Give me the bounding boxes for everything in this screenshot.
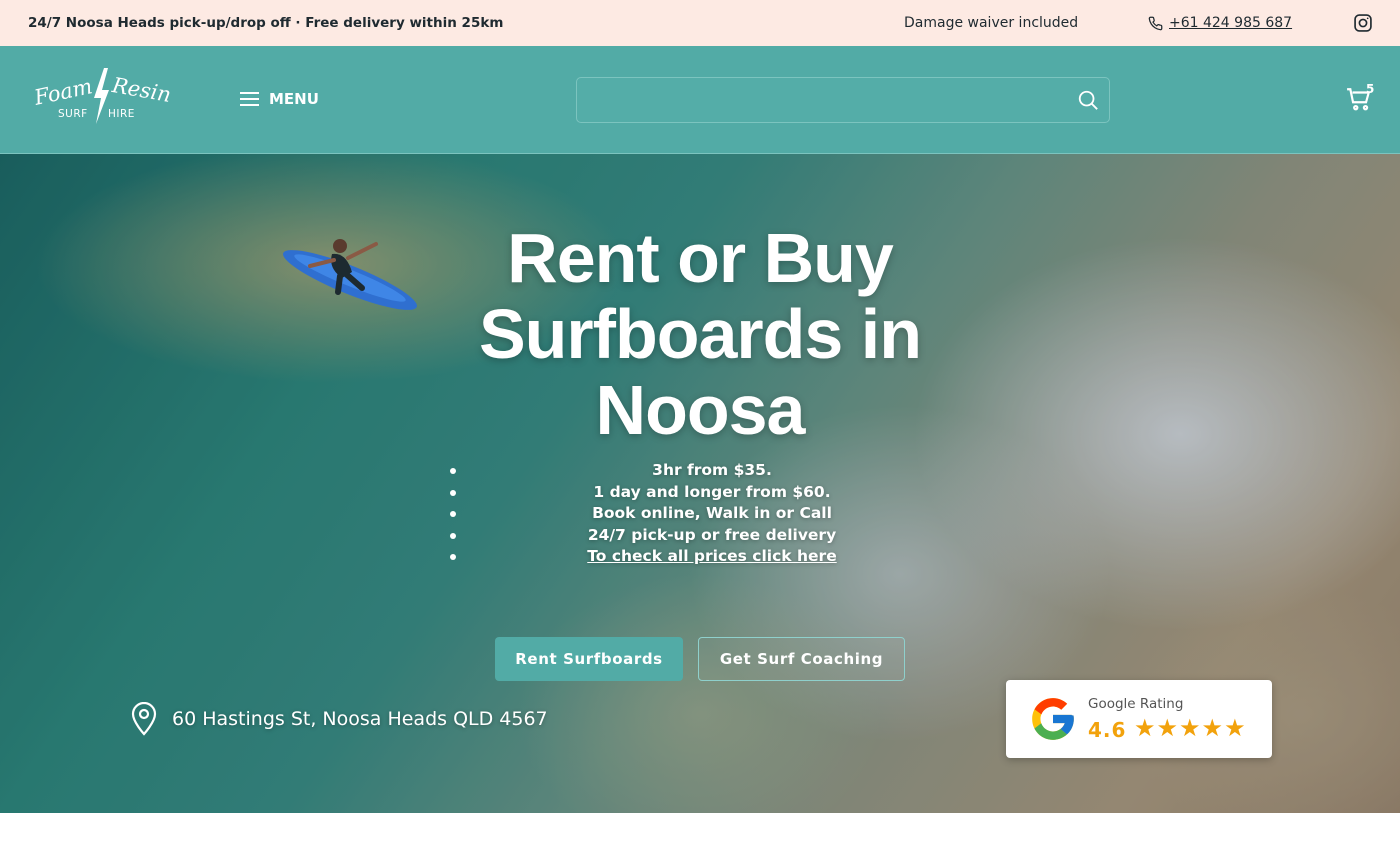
site-header: Foam Resin SURF HIRE MENU 5 [0, 46, 1400, 154]
star-icon: ★ [1134, 714, 1156, 742]
surf-coaching-button[interactable]: Get Surf Coaching [698, 637, 905, 681]
address-text: 60 Hastings St, Noosa Heads QLD 4567 [172, 708, 548, 730]
logo-word-foam: Foam [32, 74, 95, 110]
list-item: To check all prices click here [450, 546, 974, 568]
prices-link[interactable]: To check all prices click here [587, 547, 836, 565]
search-input[interactable] [577, 78, 1057, 122]
hero-title: Rent or Buy Surfboards in Noosa [478, 219, 922, 449]
instagram-icon[interactable] [1353, 13, 1373, 33]
list-item: 24/7 pick-up or free delivery [450, 525, 974, 547]
hero-section: Rent or Buy Surfboards in Noosa 3hr from… [0, 154, 1400, 813]
search-box [576, 77, 1110, 123]
waiver-text: Damage waiver included [904, 15, 1079, 31]
star-icon: ★ [1179, 714, 1201, 742]
promo-text: 24/7 Noosa Heads pick-up/drop off · Free… [28, 15, 504, 31]
phone-icon [1148, 16, 1163, 30]
google-logo-icon [1032, 698, 1074, 740]
star-icon: ★ [1156, 714, 1179, 742]
list-item: 3hr from $35. [450, 460, 974, 482]
phone-link[interactable]: +61 424 985 687 [1169, 15, 1292, 31]
surfer-image [283, 239, 417, 310]
logo-word-resin: Resin [110, 73, 173, 107]
logo-sub-surf: SURF [58, 108, 88, 120]
rating-label: Google Rating [1088, 696, 1184, 712]
hero-bullet-list: 3hr from $35. 1 day and longer from $60.… [450, 460, 974, 568]
star-icon: ★ [1201, 714, 1224, 742]
announcement-bar: 24/7 Noosa Heads pick-up/drop off · Free… [0, 0, 1400, 46]
hamburger-icon [240, 92, 259, 106]
map-pin-icon [131, 702, 157, 736]
list-item: 1 day and longer from $60. [450, 482, 974, 504]
rating-score: 4.6 [1088, 718, 1127, 742]
menu-button[interactable]: MENU [240, 90, 319, 108]
cart-count-badge: 5 [1366, 82, 1375, 96]
search-icon[interactable] [1077, 89, 1099, 111]
cart-button[interactable]: 5 [1346, 82, 1376, 116]
store-address: 60 Hastings St, Noosa Heads QLD 4567 [130, 702, 548, 736]
rent-surfboards-button[interactable]: Rent Surfboards [495, 637, 683, 681]
brand-logo[interactable]: Foam Resin SURF HIRE [32, 68, 173, 128]
star-icon: ★ [1224, 714, 1246, 742]
list-item: Book online, Walk in or Call [450, 503, 974, 525]
phone-contact[interactable]: +61 424 985 687 [1148, 15, 1292, 31]
google-rating-card[interactable]: Google Rating 4.6 ★ ★ ★ ★ ★ [1006, 680, 1272, 758]
menu-label: MENU [269, 90, 319, 108]
rating-stars: ★ ★ ★ ★ ★ [1134, 716, 1246, 740]
logo-sub-hire: HIRE [108, 108, 135, 120]
